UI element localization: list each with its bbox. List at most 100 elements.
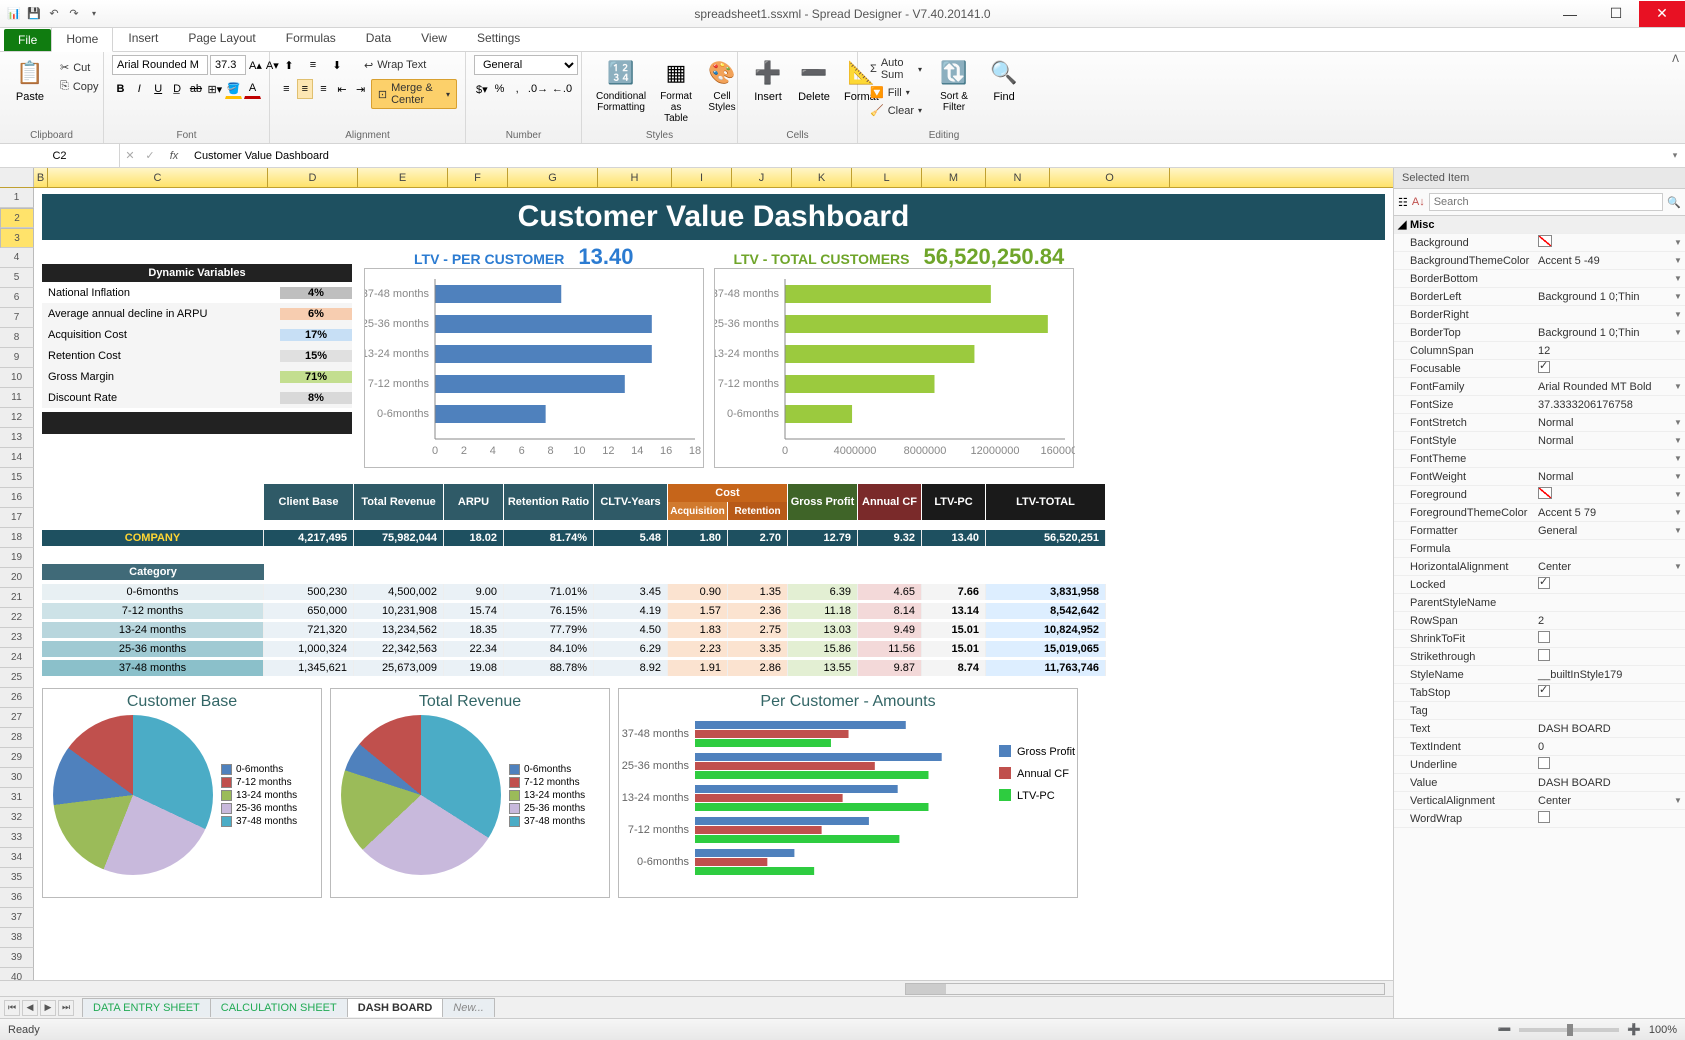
maximize-button[interactable]: ☐ <box>1593 1 1639 27</box>
row-header-26[interactable]: 26 <box>0 688 34 708</box>
cancel-formula-icon[interactable]: ✕ <box>120 149 140 162</box>
chart-per-customer[interactable]: Per Customer - Amounts 37-48 months25-36… <box>618 688 1078 898</box>
row-header-34[interactable]: 34 <box>0 848 34 868</box>
row-header-15[interactable]: 15 <box>0 468 34 488</box>
prop-row[interactable]: Focusable <box>1394 360 1685 378</box>
format-as-table-button[interactable]: ▦Format as Table <box>654 55 698 126</box>
row-header-13[interactable]: 13 <box>0 428 34 448</box>
prop-row[interactable]: TextIndent0 <box>1394 738 1685 756</box>
row-header-2[interactable]: 2 <box>0 208 34 228</box>
prop-row[interactable]: Locked <box>1394 576 1685 594</box>
prop-row[interactable]: StyleName__builtInStyle179 <box>1394 666 1685 684</box>
zoom-slider[interactable] <box>1519 1028 1619 1032</box>
row-header-37[interactable]: 37 <box>0 908 34 928</box>
prop-row[interactable]: ParentStyleName <box>1394 594 1685 612</box>
tab-formulas[interactable]: Formulas <box>271 25 351 51</box>
col-header-J[interactable]: J <box>732 168 792 187</box>
prop-row[interactable]: BorderBottom▼ <box>1394 270 1685 288</box>
tab-view[interactable]: View <box>406 25 462 51</box>
merge-center-button[interactable]: ⊡Merge & Center▾ <box>371 79 457 109</box>
col-header-I[interactable]: I <box>672 168 732 187</box>
collapse-ribbon-icon[interactable]: ᐱ <box>1672 54 1679 65</box>
row-header-25[interactable]: 25 <box>0 668 34 688</box>
col-header-E[interactable]: E <box>358 168 448 187</box>
dec-decimal-icon[interactable]: ←.0 <box>551 79 573 99</box>
sort-filter-button[interactable]: 🔃Sort & Filter <box>932 55 976 119</box>
prop-row[interactable]: FontStretchNormal▼ <box>1394 414 1685 432</box>
tab-home[interactable]: Home <box>51 26 113 52</box>
indent-inc-icon[interactable]: ⇥ <box>352 79 369 99</box>
strike-button[interactable]: ab <box>188 79 205 99</box>
row-header-24[interactable]: 24 <box>0 648 34 668</box>
last-sheet-icon[interactable]: ⏭ <box>58 1000 74 1016</box>
delete-cells-button[interactable]: ➖Delete <box>792 55 836 105</box>
row-header-29[interactable]: 29 <box>0 748 34 768</box>
insert-cells-button[interactable]: ➕Insert <box>746 55 790 105</box>
prop-row[interactable]: Formula <box>1394 540 1685 558</box>
conditional-formatting-button[interactable]: 🔢Conditional Formatting <box>590 55 652 126</box>
col-header-C[interactable]: C <box>48 168 268 187</box>
row-header-39[interactable]: 39 <box>0 948 34 968</box>
categorized-icon[interactable]: ☷ <box>1398 196 1408 209</box>
row-header-6[interactable]: 6 <box>0 288 34 308</box>
clear-button[interactable]: 🧹Clear▾ <box>866 102 926 119</box>
font-family-select[interactable] <box>112 55 208 75</box>
expand-formula-bar-icon[interactable]: ▾ <box>1665 150 1685 161</box>
row-header-27[interactable]: 27 <box>0 708 34 728</box>
currency-icon[interactable]: $▾ <box>474 79 490 99</box>
row-header-23[interactable]: 23 <box>0 628 34 648</box>
chart-ltv-pc[interactable]: 37-48 months25-36 months13-24 months7-12… <box>364 268 704 468</box>
row-header-30[interactable]: 30 <box>0 768 34 788</box>
prop-row[interactable]: FontWeightNormal▼ <box>1394 468 1685 486</box>
prop-row[interactable]: FormatterGeneral▼ <box>1394 522 1685 540</box>
dunderline-button[interactable]: D̲ <box>169 79 186 99</box>
row-header-36[interactable]: 36 <box>0 888 34 908</box>
tab-page-layout[interactable]: Page Layout <box>173 25 270 51</box>
paste-button[interactable]: 📋Paste <box>8 55 52 105</box>
prop-row[interactable]: Tag <box>1394 702 1685 720</box>
prop-row[interactable]: Strikethrough <box>1394 648 1685 666</box>
sheet-tab-new[interactable]: New... <box>442 998 495 1017</box>
prop-row[interactable]: HorizontalAlignmentCenter▼ <box>1394 558 1685 576</box>
file-tab[interactable]: File <box>4 29 51 51</box>
col-header-K[interactable]: K <box>792 168 852 187</box>
italic-button[interactable]: I <box>131 79 148 99</box>
row-header-17[interactable]: 17 <box>0 508 34 528</box>
bold-button[interactable]: B <box>112 79 129 99</box>
row-header-5[interactable]: 5 <box>0 268 34 288</box>
row-header-10[interactable]: 10 <box>0 368 34 388</box>
formula-input[interactable]: Customer Value Dashboard <box>188 150 1665 162</box>
comma-icon[interactable]: , <box>509 79 525 99</box>
accept-formula-icon[interactable]: ✓ <box>140 149 160 162</box>
fill-button[interactable]: 🔽Fill▾ <box>866 84 926 101</box>
col-header-H[interactable]: H <box>598 168 672 187</box>
zoom-in-icon[interactable]: ➕ <box>1627 1023 1641 1036</box>
copy-button[interactable]: ⎘Copy <box>56 78 103 95</box>
prop-row[interactable]: Foreground▼ <box>1394 486 1685 504</box>
prop-row[interactable]: Background▼ <box>1394 234 1685 252</box>
prev-sheet-icon[interactable]: ◀ <box>22 1000 38 1016</box>
row-header-38[interactable]: 38 <box>0 928 34 948</box>
search-icon[interactable]: 🔍 <box>1667 196 1681 209</box>
row-header-8[interactable]: 8 <box>0 328 34 348</box>
find-button[interactable]: 🔍Find <box>982 55 1026 119</box>
save-icon[interactable]: 💾 <box>26 6 42 22</box>
name-box[interactable]: C2 <box>0 144 120 167</box>
row-header-35[interactable]: 35 <box>0 868 34 888</box>
close-button[interactable]: ✕ <box>1639 1 1685 27</box>
align-bottom-icon[interactable]: ⬇ <box>326 55 348 75</box>
prop-row[interactable]: ShrinkToFit <box>1394 630 1685 648</box>
col-header-N[interactable]: N <box>986 168 1050 187</box>
row-header-9[interactable]: 9 <box>0 348 34 368</box>
align-left-icon[interactable]: ≡ <box>278 79 295 99</box>
row-header-7[interactable]: 7 <box>0 308 34 328</box>
col-header-B[interactable]: B <box>34 168 48 187</box>
align-center-icon[interactable]: ≡ <box>297 79 314 99</box>
prop-row[interactable]: TabStop <box>1394 684 1685 702</box>
percent-icon[interactable]: % <box>492 79 508 99</box>
font-color-button[interactable]: A <box>244 79 261 99</box>
grow-font-icon[interactable]: A▴ <box>248 55 263 75</box>
row-header-40[interactable]: 40 <box>0 968 34 980</box>
sheet-tab-dashboard[interactable]: DASH BOARD <box>347 998 444 1017</box>
row-header-33[interactable]: 33 <box>0 828 34 848</box>
